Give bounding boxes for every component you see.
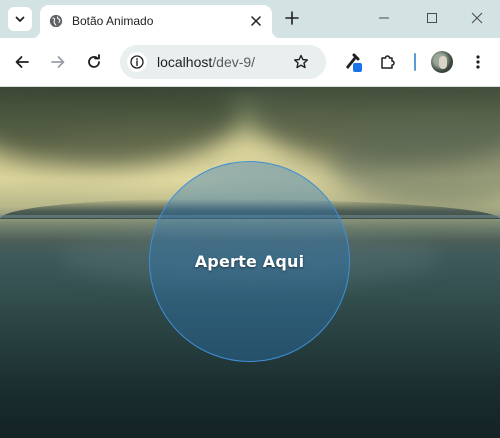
info-icon	[130, 55, 144, 69]
url-text[interactable]: localhost/dev-9/	[157, 54, 255, 70]
back-button[interactable]	[12, 52, 32, 72]
more-vertical-icon	[476, 55, 480, 69]
new-tab-button[interactable]	[283, 9, 301, 27]
tab-strip: Botão Animado	[0, 0, 500, 38]
site-info-button[interactable]	[127, 52, 147, 72]
arrow-right-icon	[51, 56, 65, 68]
url-host: localhost	[157, 54, 213, 70]
extensions-button[interactable]	[378, 52, 398, 72]
forward-button[interactable]	[48, 52, 68, 72]
address-bar[interactable]: localhost/dev-9/	[120, 45, 326, 79]
close-icon	[251, 16, 261, 26]
browser-toolbar: localhost/dev-9/	[0, 38, 500, 87]
tab-active[interactable]: Botão Animado	[32, 5, 280, 38]
url-path: /dev-9/	[212, 54, 256, 70]
extension-tool-button[interactable]	[343, 52, 363, 72]
toolbar-divider	[414, 53, 416, 71]
minimize-icon	[379, 17, 389, 19]
close-icon	[471, 12, 483, 24]
bookmark-button[interactable]	[292, 53, 310, 71]
globe-icon	[49, 14, 63, 28]
window-close-button[interactable]	[469, 10, 485, 26]
animated-round-button[interactable]: Aperte Aqui	[149, 161, 350, 362]
puzzle-icon	[381, 55, 395, 69]
reload-icon	[88, 54, 100, 68]
browser-menu-button[interactable]	[468, 52, 488, 72]
maximize-button[interactable]	[424, 10, 440, 26]
tab-title: Botão Animado	[72, 14, 154, 28]
tab-search-button[interactable]	[8, 7, 32, 31]
maximize-icon	[427, 13, 437, 23]
arrow-left-icon	[15, 56, 29, 68]
minimize-button[interactable]	[376, 10, 392, 26]
animated-button-label: Aperte Aqui	[194, 252, 305, 271]
avatar[interactable]	[431, 51, 453, 73]
star-icon	[294, 54, 308, 69]
page-viewport: Aperte Aqui	[0, 87, 500, 438]
tab-close-button[interactable]	[248, 13, 264, 29]
plus-icon	[285, 11, 299, 25]
chevron-down-icon	[15, 16, 25, 22]
eyedropper-icon	[346, 53, 362, 72]
reload-button[interactable]	[84, 52, 104, 72]
